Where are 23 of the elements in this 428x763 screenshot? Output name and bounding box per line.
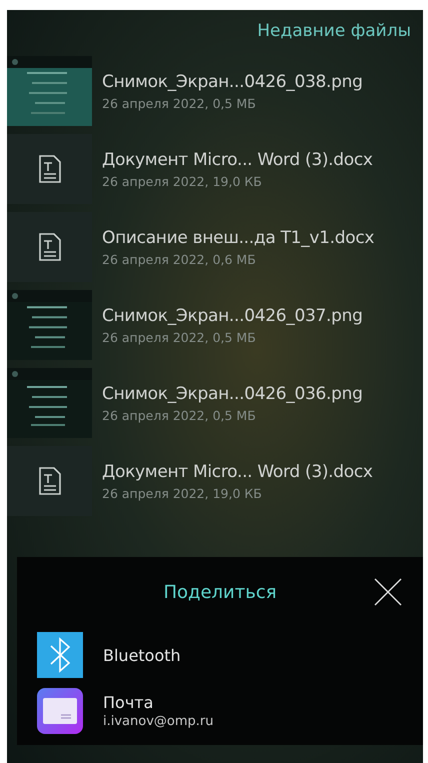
- file-details: 26 апреля 2022, 19,0 КБ: [102, 174, 263, 188]
- share-target-label[interactable]: Почта: [103, 693, 214, 712]
- file-details: 26 апреля 2022, 0,6 МБ: [102, 252, 257, 266]
- sheet-title: Поделиться: [163, 582, 277, 602]
- file-details: 26 апреля 2022, 19,0 КБ: [102, 486, 263, 500]
- document-icon: [38, 155, 60, 183]
- file-details: 26 апреля 2022, 0,5 МБ: [102, 408, 257, 422]
- page-title: Недавние файлы: [257, 21, 411, 41]
- file-name[interactable]: Снимок_Экран...0426_037.png: [102, 306, 363, 326]
- close-icon[interactable]: [373, 577, 403, 607]
- mail-icon: [37, 688, 83, 734]
- file-name[interactable]: Описание внеш...да T1_v1.docx: [102, 228, 374, 248]
- document-icon: [38, 467, 60, 495]
- file-name[interactable]: Документ Micro... Word (3).docx: [102, 462, 373, 482]
- file-name[interactable]: Документ Micro... Word (3).docx: [102, 150, 373, 170]
- share-target-label[interactable]: Bluetooth: [103, 646, 181, 664]
- file-details: 26 апреля 2022, 0,5 МБ: [102, 330, 257, 344]
- file-name[interactable]: Снимок_Экран...0426_036.png: [102, 384, 363, 404]
- bluetooth-icon: [37, 632, 83, 678]
- document-icon: [38, 233, 60, 261]
- file-name[interactable]: Снимок_Экран...0426_038.png: [102, 72, 363, 92]
- account-email: i.ivanov@omp.ru: [103, 714, 214, 729]
- file-details: 26 апреля 2022, 0,5 МБ: [102, 96, 257, 110]
